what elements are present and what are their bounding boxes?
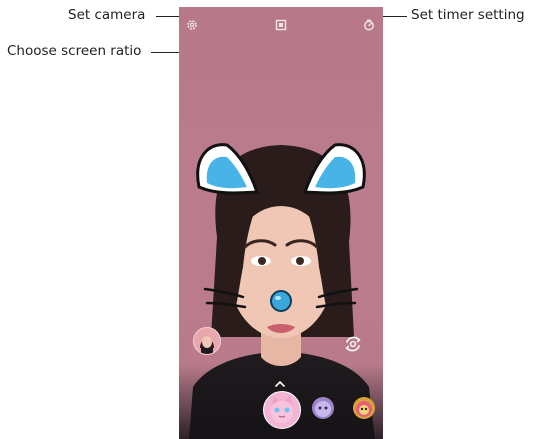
timer-icon[interactable] xyxy=(362,18,376,32)
switch-camera-icon[interactable] xyxy=(342,333,364,355)
purple-character-sticker[interactable] xyxy=(312,397,334,419)
bear-character-sticker[interactable] xyxy=(353,397,375,419)
chevron-up-icon[interactable] xyxy=(274,379,286,389)
leader-set-camera xyxy=(156,16,181,17)
gear-icon[interactable] xyxy=(185,18,199,32)
screen-ratio-icon[interactable] xyxy=(274,18,288,32)
callout-set-camera: Set camera xyxy=(68,7,146,23)
camera-preview xyxy=(179,7,383,439)
callout-set-timer: Set timer setting xyxy=(411,7,525,23)
cat-face-sticker[interactable] xyxy=(263,391,301,429)
gallery-thumbnail[interactable] xyxy=(193,327,221,355)
callout-choose-ratio: Choose screen ratio xyxy=(7,43,142,59)
